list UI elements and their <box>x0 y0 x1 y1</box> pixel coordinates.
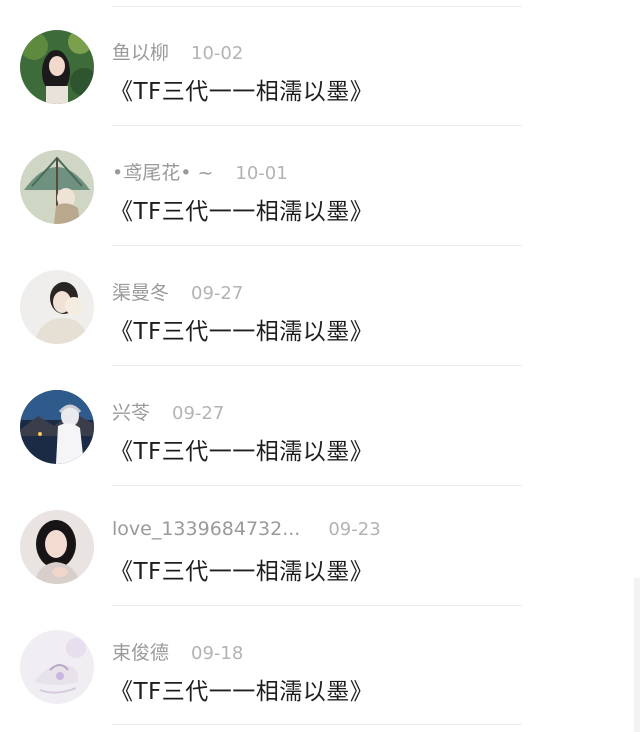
avatar[interactable] <box>20 390 94 464</box>
comment-date: 09-18 <box>191 643 244 664</box>
username[interactable]: 渠曼冬 <box>112 278 169 305</box>
comment-item[interactable]: 束俊德 09-18 《TF三代一一相濡以墨》 <box>0 606 640 726</box>
username[interactable]: 鱼以柳 <box>112 38 169 65</box>
portrait-girl-avatar <box>20 510 94 584</box>
username[interactable]: 束俊德 <box>112 638 169 665</box>
comment-text: 《TF三代一一相濡以墨》 <box>110 559 374 585</box>
avatar[interactable] <box>20 30 94 104</box>
avatar[interactable] <box>20 510 94 584</box>
avatar[interactable] <box>20 150 94 224</box>
comment-item[interactable]: 鱼以柳 10-02 《TF三代一一相濡以墨》 <box>0 6 640 126</box>
comment-text: 《TF三代一一相濡以墨》 <box>110 439 374 465</box>
comment-item[interactable]: 渠曼冬 09-27 《TF三代一一相濡以墨》 <box>0 246 640 366</box>
comment-date: 10-02 <box>191 43 244 64</box>
girl-green-avatar <box>20 30 94 104</box>
comment-text: 《TF三代一一相濡以墨》 <box>110 319 374 345</box>
comment-date: 09-27 <box>172 403 225 424</box>
comment-item[interactable]: •鸢尾花• ~ 10-01 《TF三代一一相濡以墨》 <box>0 126 640 246</box>
comment-text: 《TF三代一一相濡以墨》 <box>110 679 374 705</box>
comment-text: 《TF三代一一相濡以墨》 <box>110 199 374 225</box>
avatar[interactable] <box>20 270 94 344</box>
username[interactable]: •鸢尾花• ~ <box>112 158 213 185</box>
comment-item[interactable]: 兴苓 09-27 《TF三代一一相濡以墨》 <box>0 366 640 486</box>
divider <box>112 724 522 725</box>
comment-date: 09-23 <box>328 519 381 540</box>
avatar[interactable] <box>20 630 94 704</box>
earmuff-girl-avatar <box>20 270 94 344</box>
comment-date: 10-01 <box>235 163 288 184</box>
anime-night-avatar <box>20 390 94 464</box>
umbrella-girl-avatar <box>20 150 94 224</box>
comment-text: 《TF三代一一相濡以墨》 <box>110 79 374 105</box>
username[interactable]: 兴苓 <box>112 398 150 425</box>
pastel-shoe-avatar <box>20 630 94 704</box>
comment-date: 09-27 <box>191 283 244 304</box>
scroll-edge <box>634 578 640 732</box>
comment-item[interactable]: love_1339684732... 09-23 《TF三代一一相濡以墨》 <box>0 486 640 606</box>
username[interactable]: love_1339684732... <box>112 518 300 540</box>
comment-list: 鱼以柳 10-02 《TF三代一一相濡以墨》 •鸢尾花• ~ 10-01 《TF… <box>0 0 640 732</box>
